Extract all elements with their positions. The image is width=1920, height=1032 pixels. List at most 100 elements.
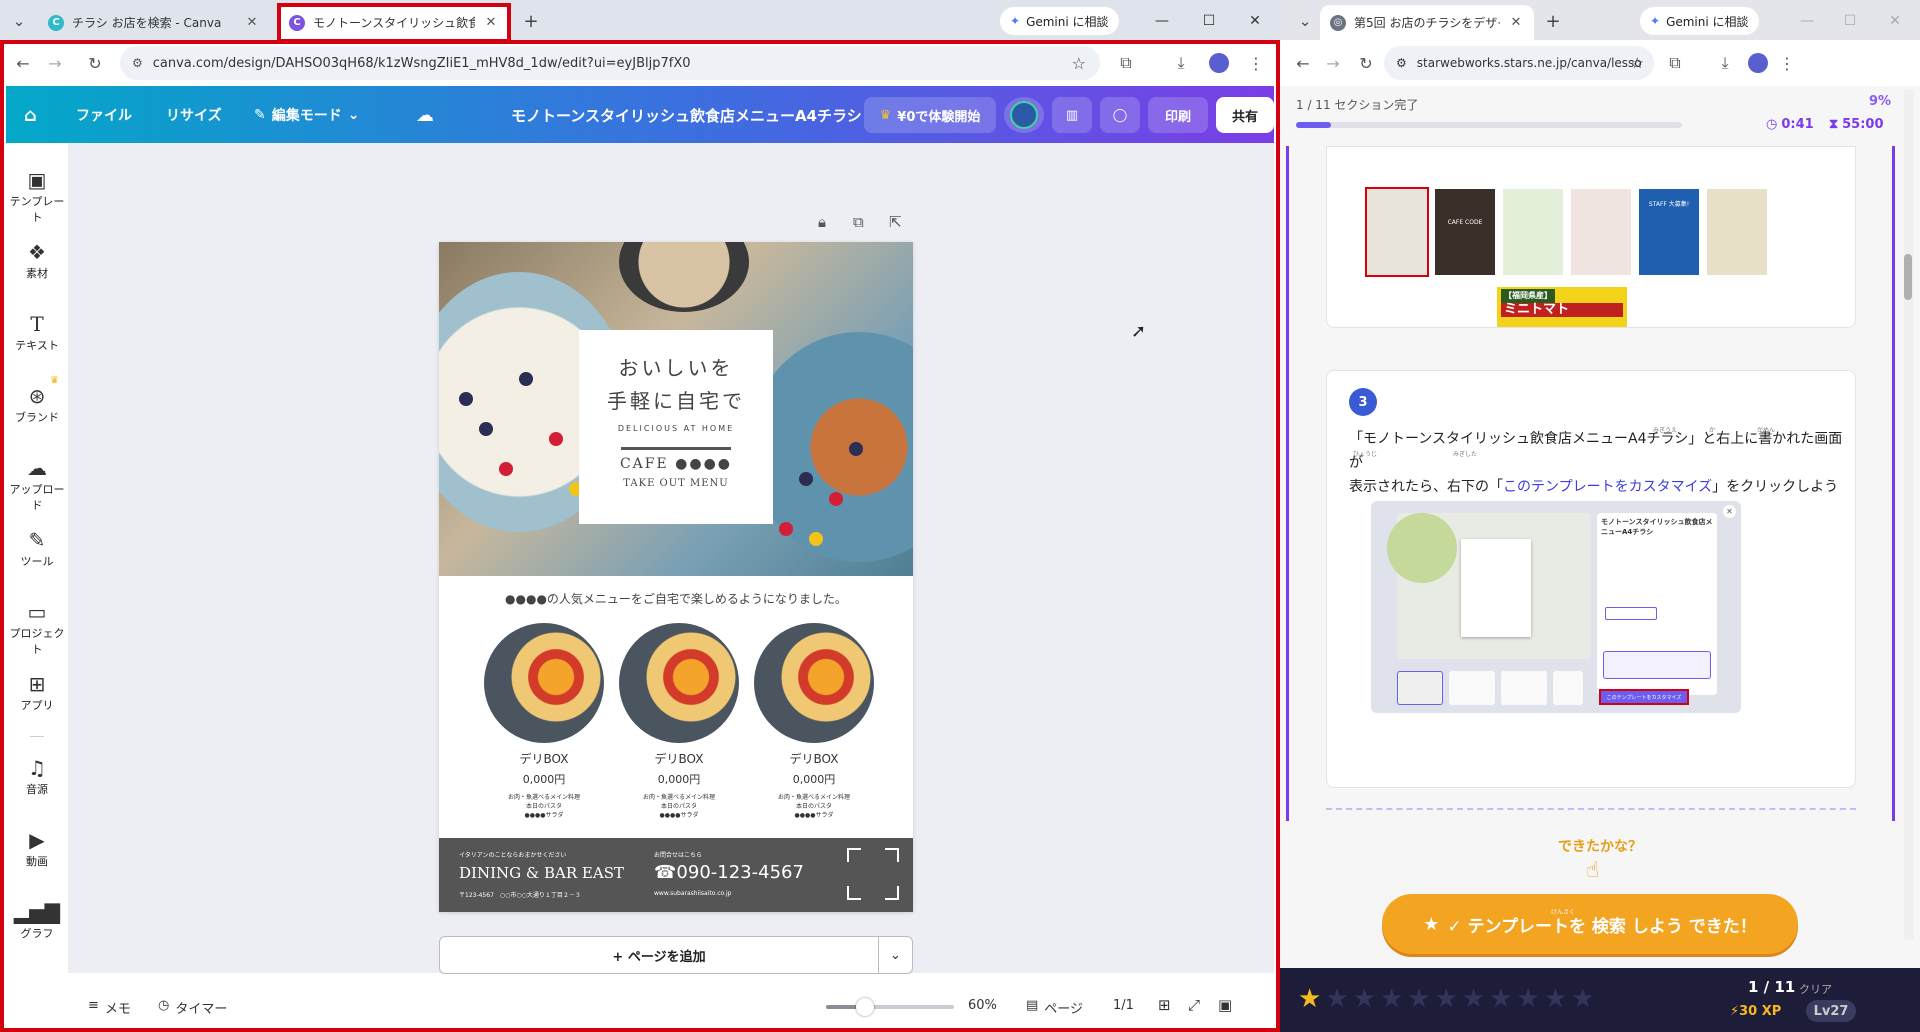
- headline-line-1[interactable]: おいしいを: [579, 352, 773, 381]
- done-question: できたかな？: [1558, 839, 1642, 855]
- poster-footer[interactable]: イタリアンのことならおまかせください DINING & BAR EAST 〒12…: [439, 838, 913, 912]
- sidebar-item-elements[interactable]: ❖ 素材: [6, 239, 68, 281]
- scrollbar-thumb[interactable]: [1904, 254, 1912, 300]
- home-icon[interactable]: ⌂: [24, 100, 37, 130]
- analytics-icon[interactable]: ▥: [1052, 97, 1092, 133]
- new-tab-icon[interactable]: +: [1540, 8, 1566, 34]
- zoom-value[interactable]: 60%: [968, 998, 997, 1013]
- menu-item[interactable]: デリBOX 0,000円 お肉・魚選べるメイン料理 本日のパスタ ●●●●サラダ: [611, 750, 747, 820]
- pages-button[interactable]: ▤ ページ: [1026, 998, 1083, 1017]
- duplicate-page-icon[interactable]: ⧉: [853, 213, 864, 231]
- close-icon[interactable]: ✕: [483, 15, 499, 30]
- sidebar-item-audio[interactable]: ♫ 音源: [6, 755, 68, 797]
- menu-kebab-icon[interactable]: ⋮: [1245, 52, 1267, 74]
- edit-mode-button[interactable]: ✎ 編集モード ⌄: [254, 100, 359, 130]
- menu-item[interactable]: デリBOX 0,000円 お肉・魚選べるメイン料理 本日のパスタ ●●●●サラダ: [476, 750, 612, 820]
- menu-kebab-icon[interactable]: ⋮: [1776, 52, 1798, 74]
- tab-search-chevron-icon[interactable]: ⌄: [6, 8, 32, 34]
- sidebar-item-chart[interactable]: ▂▅▇ グラフ: [6, 899, 68, 941]
- sidebar-item-projects[interactable]: ▭ プロジェクト: [6, 599, 68, 657]
- bookmark-star-icon[interactable]: ☆: [1631, 54, 1644, 72]
- intro-text[interactable]: ●●●●の人気メニューをご自宅で楽しめるようになりました。: [439, 590, 913, 607]
- sidebar-item-apps[interactable]: ⊞ アプリ: [6, 671, 68, 713]
- sidebar-item-video[interactable]: ▶ 動画: [6, 827, 68, 869]
- progress-text: 1 / 11 セクション完了: [1296, 98, 1419, 112]
- profile-avatar[interactable]: [1748, 53, 1768, 73]
- resize-button[interactable]: リサイズ: [166, 100, 222, 130]
- profile-avatar[interactable]: [1209, 53, 1229, 73]
- download-icon[interactable]: ⤓: [1714, 52, 1736, 74]
- chevron-down-icon[interactable]: ⌄: [878, 937, 912, 973]
- sidebar-item-text[interactable]: T テキスト: [6, 311, 68, 353]
- cafe-name[interactable]: CAFE ●●●●: [579, 456, 773, 472]
- thumb-food: [1707, 189, 1767, 275]
- tab-search-chevron-icon[interactable]: ⌄: [1292, 8, 1318, 34]
- poster-page[interactable]: おいしいを 手軽に自宅で DELICIOUS AT HOME CAFE ●●●●…: [439, 242, 913, 912]
- extensions-icon[interactable]: ⧉: [1664, 52, 1686, 74]
- memo-button[interactable]: ≡ メモ: [88, 998, 131, 1017]
- site-favicon-icon: ◎: [1330, 14, 1346, 31]
- site-settings-icon[interactable]: ⚙: [132, 56, 143, 70]
- headline-line-2[interactable]: 手軽に自宅で: [579, 385, 773, 414]
- minimize-icon[interactable]: —: [1790, 8, 1824, 34]
- cloud-sync-icon[interactable]: ☁: [416, 100, 434, 130]
- grid-view-icon[interactable]: ⊞: [1158, 996, 1171, 1014]
- document-title[interactable]: モノトーンスタイリッシュ飲食店メニューA4チラシ: [511, 100, 862, 130]
- maximize-icon[interactable]: ☐: [1833, 8, 1867, 34]
- bookmark-star-icon[interactable]: ☆: [1072, 54, 1086, 73]
- zoom-slider[interactable]: [826, 998, 954, 1016]
- hero-photo[interactable]: おいしいを 手軽に自宅で DELICIOUS AT HOME CAFE ●●●●…: [439, 242, 913, 576]
- tab-canva-design[interactable]: C モノトーンスタイリッシュ飲食店メニュー ✕: [279, 5, 509, 40]
- sidebar-item-upload[interactable]: ☁ アップロード: [6, 455, 68, 513]
- minimize-icon[interactable]: —: [1145, 8, 1179, 34]
- title-box[interactable]: おいしいを 手軽に自宅で DELICIOUS AT HOME CAFE ●●●●…: [579, 330, 773, 524]
- menu-photo[interactable]: [619, 623, 739, 743]
- fullscreen-icon[interactable]: ⤢: [1188, 996, 1200, 1014]
- trial-button[interactable]: ♛ ¥0で体験開始: [864, 97, 996, 133]
- forward-icon[interactable]: →: [1322, 52, 1344, 74]
- back-icon[interactable]: ←: [12, 52, 34, 74]
- site-settings-icon[interactable]: ⚙: [1396, 56, 1407, 70]
- user-avatar[interactable]: [1004, 97, 1044, 133]
- url-field[interactable]: ⚙ starwebworks.stars.ne.jp/canva/lesson0…: [1384, 46, 1654, 80]
- timer-button[interactable]: ◷ タイマー: [158, 998, 227, 1017]
- print-button[interactable]: 印刷: [1148, 97, 1208, 133]
- reload-icon[interactable]: ↻: [84, 52, 106, 74]
- pencil-icon: ✎: [254, 107, 266, 123]
- scrollbar[interactable]: [1904, 90, 1914, 940]
- add-page-button[interactable]: + ページを追加: [440, 937, 878, 973]
- url-field[interactable]: ⚙ canva.com/design/DAHSO03qH68/k1zWsngZI…: [120, 46, 1100, 80]
- menu-photo[interactable]: [754, 623, 874, 743]
- download-icon[interactable]: ⤓: [1170, 52, 1192, 74]
- window-close-icon[interactable]: ✕: [1238, 8, 1272, 34]
- window-close-icon[interactable]: ✕: [1878, 8, 1912, 34]
- tab-canva-search[interactable]: C チラシ お店を検索 - Canva ✕: [38, 5, 270, 40]
- gemini-button[interactable]: ✦ Gemini に相談: [1000, 7, 1119, 35]
- forward-icon[interactable]: →: [44, 52, 66, 74]
- close-icon[interactable]: ✕: [244, 15, 260, 30]
- sidebar-item-template[interactable]: ▣ テンプレート: [6, 167, 68, 225]
- done-button[interactable]: ★ ✓ テンプレートを 検索 しよう できた！: [1382, 894, 1798, 954]
- gemini-button[interactable]: ✦ Gemini に相談: [1640, 7, 1759, 35]
- zoom-slider-knob[interactable]: [856, 998, 875, 1016]
- file-menu-button[interactable]: ファイル: [76, 100, 132, 130]
- takeout-label[interactable]: TAKE OUT MENU: [579, 478, 773, 489]
- back-icon[interactable]: ←: [1292, 52, 1314, 74]
- menu-photo[interactable]: [484, 623, 604, 743]
- new-tab-icon[interactable]: +: [518, 8, 544, 34]
- lock-icon[interactable]: 🔒︎: [818, 213, 826, 231]
- subhead[interactable]: DELICIOUS AT HOME: [579, 424, 773, 433]
- tab-lesson[interactable]: ◎ 第5回 お店のチラシをデザインしよう ✕: [1320, 5, 1534, 40]
- menu-item[interactable]: デリBOX 0,000円 お肉・魚選べるメイン料理 本日のパスタ ●●●●サラダ: [746, 750, 882, 820]
- thumb-text: STAFF 大募集!: [1648, 201, 1690, 208]
- share-button[interactable]: 共有: [1216, 97, 1274, 133]
- maximize-icon[interactable]: ☐: [1192, 8, 1226, 34]
- comment-icon[interactable]: ◯: [1100, 97, 1140, 133]
- assistant-icon[interactable]: ▣: [1218, 996, 1232, 1014]
- sidebar-item-brand[interactable]: ⊛ ブランド ♛: [6, 375, 68, 425]
- extensions-icon[interactable]: ⧉: [1115, 52, 1137, 74]
- sidebar-item-tools[interactable]: ✎ ツール: [6, 527, 68, 569]
- close-icon[interactable]: ✕: [1508, 15, 1524, 30]
- add-page-icon[interactable]: ⇱: [889, 213, 902, 231]
- reload-icon[interactable]: ↻: [1355, 52, 1377, 74]
